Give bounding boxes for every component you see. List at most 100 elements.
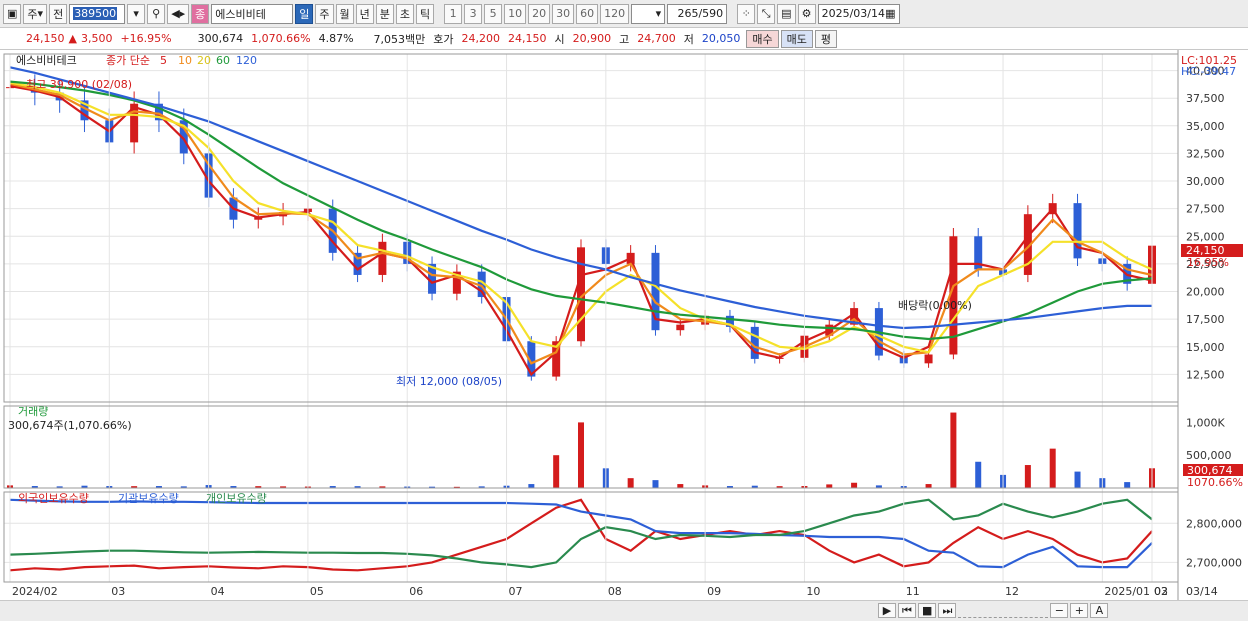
period-month[interactable]: 월: [335, 3, 354, 24]
volume-title: 거래량: [18, 405, 48, 418]
high-label: 고: [619, 32, 630, 46]
turnover-value: 4.87%: [318, 32, 354, 45]
low-label: 저: [683, 32, 694, 46]
period-year[interactable]: 년: [355, 3, 374, 24]
market-label: 주: [27, 7, 38, 21]
period-minute[interactable]: 분: [375, 3, 394, 24]
date-value: 2025/03/14: [821, 7, 885, 20]
minute-120[interactable]: 120: [600, 3, 630, 24]
volume-bar: [925, 484, 932, 488]
gear-icon[interactable]: ⚙: [797, 3, 816, 24]
period-tick[interactable]: 틱: [416, 3, 435, 24]
scroll-end-icon[interactable]: ⏭: [938, 603, 957, 618]
price-tick-label: 27,500: [1186, 203, 1225, 216]
price-tick-label: 37,500: [1186, 92, 1225, 105]
bar-count-field[interactable]: 265/590: [667, 3, 728, 24]
bar-count-value: 265: [677, 7, 699, 20]
zoom-in-icon[interactable]: +: [1070, 603, 1089, 618]
volume-bar: [652, 480, 659, 488]
bar-total-value: /590: [698, 7, 724, 20]
sell-button[interactable]: 매도: [780, 29, 813, 48]
volume-bar: [1049, 448, 1056, 488]
x-tick-label: 12: [1005, 585, 1019, 598]
price-tick-label: 32,500: [1186, 147, 1225, 160]
x-tick-label: 2025/01: [1104, 585, 1150, 598]
bid-value: 24,150: [508, 32, 547, 45]
crosshair-icon[interactable]: ⁘: [737, 3, 756, 24]
volume-bar: [950, 412, 957, 488]
x-tick-label: 03/14: [1186, 585, 1218, 598]
volume-bar: [627, 478, 634, 488]
low-annotation: 최저 12,000 (08/05): [396, 375, 502, 388]
minute-5[interactable]: 5: [484, 3, 503, 24]
price-tick-label: 12,500: [1186, 368, 1225, 381]
calendar-icon[interactable]: ▦: [885, 7, 895, 20]
x-tick-label: 10: [806, 585, 820, 598]
scroll-start-icon[interactable]: ⏮: [898, 603, 916, 618]
search-icon[interactable]: ⚲: [147, 3, 166, 24]
ask-label: 호가: [433, 32, 454, 46]
x-tick-label: 2024/02: [12, 585, 58, 598]
x-tick-label: 08: [608, 585, 622, 598]
stop-icon[interactable]: ■: [918, 603, 937, 618]
minute-3[interactable]: 3: [464, 3, 483, 24]
minute-1[interactable]: 1: [444, 3, 463, 24]
speaker-icon[interactable]: ◀▸: [167, 3, 190, 24]
x-tick-label: 04: [211, 585, 225, 598]
period-second[interactable]: 초: [395, 3, 415, 24]
zoom-out-icon[interactable]: −: [1050, 603, 1069, 618]
eval-button[interactable]: 평: [814, 29, 838, 48]
market-selector[interactable]: 주 ▾: [23, 3, 48, 24]
change-pct: +16.95%: [120, 32, 172, 45]
holdings-legend-foreign: 외국인보유수량: [18, 492, 89, 505]
quote-bar: 24,150 ▲ 3,500 +16.95% 300,674 1,070.66%…: [0, 28, 1248, 50]
font-icon[interactable]: A: [1090, 603, 1109, 618]
price-tick-label: 35,000: [1186, 120, 1225, 133]
volume-bar: [1074, 471, 1081, 488]
volume-note: 300,674주(1,070.66%): [8, 419, 132, 432]
up-triangle-icon: ▲: [68, 32, 77, 45]
legend-ma-120: 120: [236, 54, 257, 67]
price-tick-label: 25,000: [1186, 230, 1225, 243]
chart-scrollbar[interactable]: ▶ ⏮ ■ ⏭ − + A: [0, 600, 1248, 621]
volume-bar: [851, 482, 858, 488]
volume-tick-label: 1,000K: [1186, 416, 1225, 429]
stock-name-field[interactable]: 에스비비테: [211, 3, 294, 24]
x-tick-label: 11: [906, 585, 920, 598]
candle-body: [924, 354, 933, 364]
legend-ma-5: 5: [160, 54, 167, 67]
minute-30[interactable]: 30: [552, 3, 575, 24]
code-dropdown-icon[interactable]: ▾: [127, 3, 146, 24]
scroll-right-icon[interactable]: ▶: [878, 603, 896, 618]
draw-icon[interactable]: ⤡: [757, 3, 776, 24]
volume-bar: [826, 484, 833, 488]
badge-button[interactable]: 종: [191, 3, 210, 24]
save-icon[interactable]: ▤: [777, 3, 796, 24]
buy-button[interactable]: 매수: [746, 29, 779, 48]
date-input[interactable]: 2025/03/14 ▦: [817, 3, 900, 24]
minute-10[interactable]: 10: [504, 3, 527, 24]
stock-code-value: 389500: [73, 7, 118, 20]
holdings-legend-individual: 개인보유수량: [206, 492, 267, 505]
window-icon[interactable]: ▣: [3, 3, 22, 24]
candle-body: [676, 324, 685, 331]
prev-button[interactable]: 전: [49, 3, 68, 24]
volume-bar: [975, 461, 982, 488]
open-value: 20,900: [572, 32, 612, 45]
period-week[interactable]: 주: [315, 3, 334, 24]
toolbar: ▣ 주 ▾ 전 389500 ▾ ⚲ ◀▸ 종 에스비비테 일 주 월 년 분 초…: [0, 0, 1248, 28]
scroll-track[interactable]: [958, 603, 1049, 618]
minute-20[interactable]: 20: [528, 3, 551, 24]
volume-ratio: 1,070.66%: [251, 32, 311, 45]
volume-bar: [1024, 465, 1031, 488]
volume-bar: [528, 484, 535, 488]
period-day[interactable]: 일: [295, 3, 314, 24]
open-label: 시: [554, 32, 565, 46]
volume-bar: [677, 484, 684, 488]
ask-value: 24,200: [461, 32, 501, 45]
custom-period-select[interactable]: ▾: [631, 3, 666, 24]
x-tick-label: 03: [1154, 585, 1168, 598]
stock-code-input[interactable]: 389500: [69, 3, 126, 24]
minute-60[interactable]: 60: [576, 3, 599, 24]
chart-area[interactable]: 12,50015,00017,50020,00022,50025,00027,5…: [0, 50, 1248, 600]
